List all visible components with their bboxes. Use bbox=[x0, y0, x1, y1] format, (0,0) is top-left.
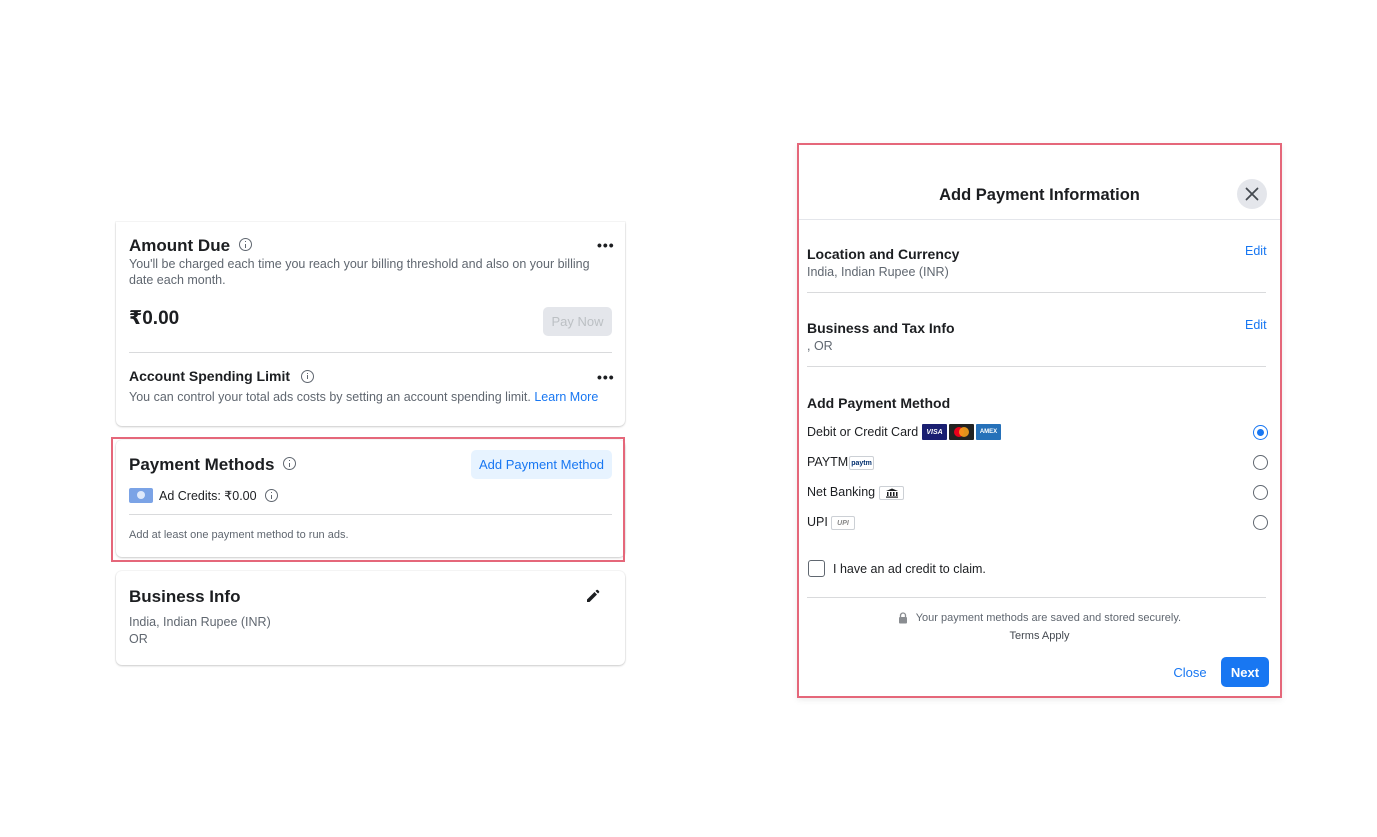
divider bbox=[129, 352, 612, 353]
pay-now-button[interactable]: Pay Now bbox=[543, 307, 612, 336]
next-button[interactable]: Next bbox=[1221, 657, 1269, 687]
spending-limit-title: Account Spending Limit bbox=[129, 368, 290, 384]
modal-title: Add Payment Information bbox=[939, 186, 1140, 204]
option-upi[interactable]: UPI UPI bbox=[807, 513, 1270, 533]
option-label: Debit or Credit Card bbox=[807, 425, 919, 439]
bank-icon bbox=[879, 486, 904, 500]
divider bbox=[807, 366, 1266, 367]
amount-due-menu-icon[interactable]: ••• bbox=[597, 238, 615, 252]
spending-limit-description: You can control your total ads costs by … bbox=[129, 390, 599, 404]
visa-logo-icon: VISA bbox=[922, 424, 947, 440]
divider bbox=[807, 597, 1266, 598]
option-label: UPI bbox=[807, 515, 828, 529]
location-currency-title: Location and Currency bbox=[807, 246, 960, 262]
add-payment-modal: Add Payment Information Location and Cur… bbox=[797, 143, 1282, 698]
amount-due-value: ₹0.00 bbox=[129, 308, 180, 329]
option-label: PAYTM bbox=[807, 455, 849, 469]
amount-due-title: Amount Due bbox=[129, 236, 231, 255]
ad-credit-checkbox-label[interactable]: I have an ad credit to claim. bbox=[833, 562, 986, 576]
ad-credit-checkbox[interactable] bbox=[808, 560, 825, 577]
add-method-title: Add Payment Method bbox=[807, 395, 951, 411]
divider bbox=[807, 292, 1266, 293]
paytm-logo-icon: paytm bbox=[849, 456, 874, 470]
option-label: Net Banking bbox=[807, 485, 876, 499]
business-info-card: Business Info India, Indian Rupee (INR) … bbox=[116, 571, 625, 665]
radio-paytm[interactable] bbox=[1253, 455, 1268, 470]
radio-debit-credit-card[interactable] bbox=[1253, 425, 1268, 440]
business-tax-value: , OR bbox=[807, 339, 833, 353]
spending-limit-menu-icon[interactable]: ••• bbox=[597, 370, 615, 384]
radio-net-banking[interactable] bbox=[1253, 485, 1268, 500]
secure-note-text: Your payment methods are saved and store… bbox=[915, 612, 1182, 624]
business-tax-title: Business and Tax Info bbox=[807, 320, 955, 336]
lock-icon bbox=[898, 612, 908, 624]
business-info-location: India, Indian Rupee (INR) bbox=[129, 615, 271, 629]
amex-logo-icon: AMEX bbox=[976, 424, 1001, 440]
business-edit-link[interactable]: Edit bbox=[1245, 318, 1267, 332]
terms-link[interactable]: Terms Apply bbox=[799, 630, 1280, 642]
edit-pencil-icon[interactable] bbox=[585, 588, 601, 604]
info-icon[interactable] bbox=[300, 369, 314, 383]
option-paytm[interactable]: PAYTM paytm bbox=[807, 453, 1270, 473]
option-net-banking[interactable]: Net Banking bbox=[807, 483, 1270, 503]
option-debit-credit-card[interactable]: Debit or Credit Card VISA AMEX bbox=[807, 423, 1270, 443]
amount-due-description: You'll be charged each time you reach yo… bbox=[129, 257, 590, 287]
info-icon[interactable] bbox=[238, 238, 252, 252]
mastercard-logo-icon bbox=[949, 424, 974, 440]
upi-logo-icon: UPI bbox=[831, 516, 855, 530]
location-edit-link[interactable]: Edit bbox=[1245, 244, 1267, 258]
location-currency-value: India, Indian Rupee (INR) bbox=[807, 265, 949, 279]
business-info-title: Business Info bbox=[129, 587, 241, 606]
payment-methods-highlight bbox=[111, 437, 625, 562]
amount-due-card: Amount Due ••• You'll be charged each ti… bbox=[116, 222, 625, 426]
radio-upi[interactable] bbox=[1253, 515, 1268, 530]
business-info-state: OR bbox=[129, 632, 148, 646]
close-icon[interactable] bbox=[1237, 179, 1267, 209]
learn-more-link[interactable]: Learn More bbox=[534, 390, 598, 404]
header-divider bbox=[799, 219, 1280, 220]
secure-note: Your payment methods are saved and store… bbox=[799, 612, 1280, 624]
close-button[interactable]: Close bbox=[1170, 657, 1210, 687]
